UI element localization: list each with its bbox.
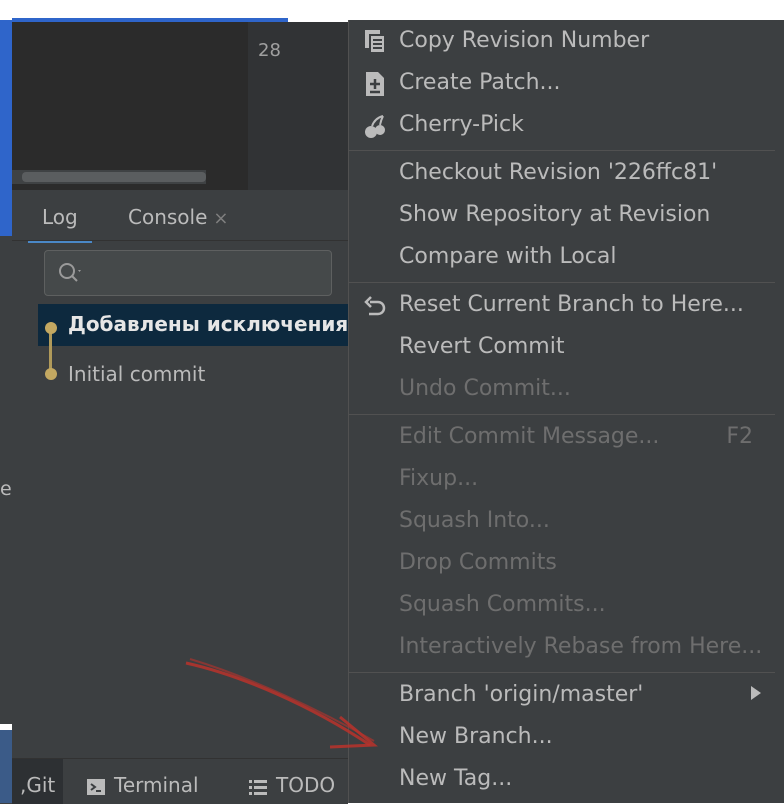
menu-item-squash-commits[interactable]: Squash Commits... [349,586,784,628]
cherry-icon [365,115,385,138]
line-number: 28 [258,40,281,61]
menu-item-interactive-rebase[interactable]: Interactively Rebase from Here... [349,628,784,670]
commit-message: Добавлены исключения [68,312,348,336]
log-search-input[interactable] [44,250,332,296]
menu-item-label: Branch 'origin/master' [399,682,644,707]
window-frame-left [0,20,12,236]
menu-item-label: Interactively Rebase from Here... [399,634,763,659]
menu-item-undo-commit[interactable]: Undo Commit... [349,370,784,412]
menu-item-label: Fixup... [399,466,479,491]
close-icon[interactable]: × [213,208,228,229]
menu-item-new-tag[interactable]: New Tag... [349,760,784,802]
menu-item-label: Undo Commit... [399,376,571,401]
menu-item-label: Show Repository at Revision [399,202,711,227]
menu-separator [349,414,775,415]
menu-separator [349,672,775,673]
menu-item-compare-with-local[interactable]: Compare with Local [349,238,784,280]
menu-separator [349,150,775,151]
menu-item-label: Reset Current Branch to Here... [399,292,744,317]
terminal-icon [87,778,105,795]
commit-graph-node [45,322,57,334]
menu-item-label: Drop Commits [399,550,557,575]
menu-item-checkout-revision[interactable]: Checkout Revision '226ffc81' [349,154,784,196]
commit-row[interactable]: Initial commit [38,354,348,396]
menu-item-label: Create Patch... [399,70,561,95]
annotation-arrow-icon [185,658,378,749]
commit-row[interactable]: Добавлены исключения [38,304,348,346]
bottom-tab-todo[interactable]: TODO [248,759,335,804]
menu-item-squash-into[interactable]: Squash Into... [349,502,784,544]
git-tab-label: Git [26,773,56,797]
menu-item-edit-commit-message[interactable]: Edit Commit Message... F2 [349,418,784,460]
menu-item-revert-commit[interactable]: Revert Commit [349,328,784,370]
menu-item-label: Cherry-Pick [399,112,524,137]
menu-item-branch-submenu[interactable]: Branch 'origin/master' [349,676,784,718]
menu-item-label: New Tag... [399,766,513,791]
commit-list: Добавлены исключения Initial commit [38,304,348,400]
tab-console[interactable]: Console × [118,196,239,240]
menu-item-show-repository[interactable]: Show Repository at Revision [349,196,784,238]
scrollbar-thumb[interactable] [22,172,206,182]
menu-item-cherry-pick[interactable]: Cherry-Pick [349,106,784,148]
menu-item-drop-commits[interactable]: Drop Commits [349,544,784,586]
undo-icon [364,296,386,316]
menu-item-fixup[interactable]: Fixup... [349,460,784,502]
list-icon [249,779,267,795]
menu-item-label: Copy Revision Number [399,28,650,53]
tab-log[interactable]: Log [28,196,92,243]
menu-item-label: Edit Commit Message... [399,424,660,449]
copy-icon [365,30,386,54]
menu-item-new-branch[interactable]: New Branch... [349,718,784,760]
tab-console-label: Console [128,205,208,229]
menu-item-label: Revert Commit [399,334,565,359]
tab-divider [12,240,348,241]
todo-tab-label: TODO [276,773,336,797]
menu-item-label: Compare with Local [399,244,617,269]
menu-item-create-patch[interactable]: Create Patch... [349,64,784,106]
commit-graph-node [45,368,57,380]
menu-separator [349,282,775,283]
terminal-tab-label: Terminal [114,773,199,797]
commit-message: Initial commit [68,362,206,386]
bottom-tab-git[interactable]: ,Git [12,759,64,804]
bottom-left-frame [0,730,12,803]
commit-context-menu: Copy Revision Number Create Patch... Che… [348,20,784,803]
menu-item-copy-revision-number[interactable]: Copy Revision Number [349,22,784,64]
menu-item-label: New Branch... [399,724,553,749]
menu-item-label: Checkout Revision '226ffc81' [399,160,718,185]
menu-item-label: Squash Commits... [399,592,606,617]
submenu-arrow-icon [751,686,761,700]
bottom-tab-terminal[interactable]: Terminal [86,759,199,804]
menu-item-reset-branch[interactable]: Reset Current Branch to Here... [349,286,784,328]
search-icon[interactable] [56,258,84,286]
tab-log-label: Log [42,205,78,229]
menu-item-label: Squash Into... [399,508,550,533]
patch-icon [366,72,384,96]
shortcut-label: F2 [726,424,753,449]
